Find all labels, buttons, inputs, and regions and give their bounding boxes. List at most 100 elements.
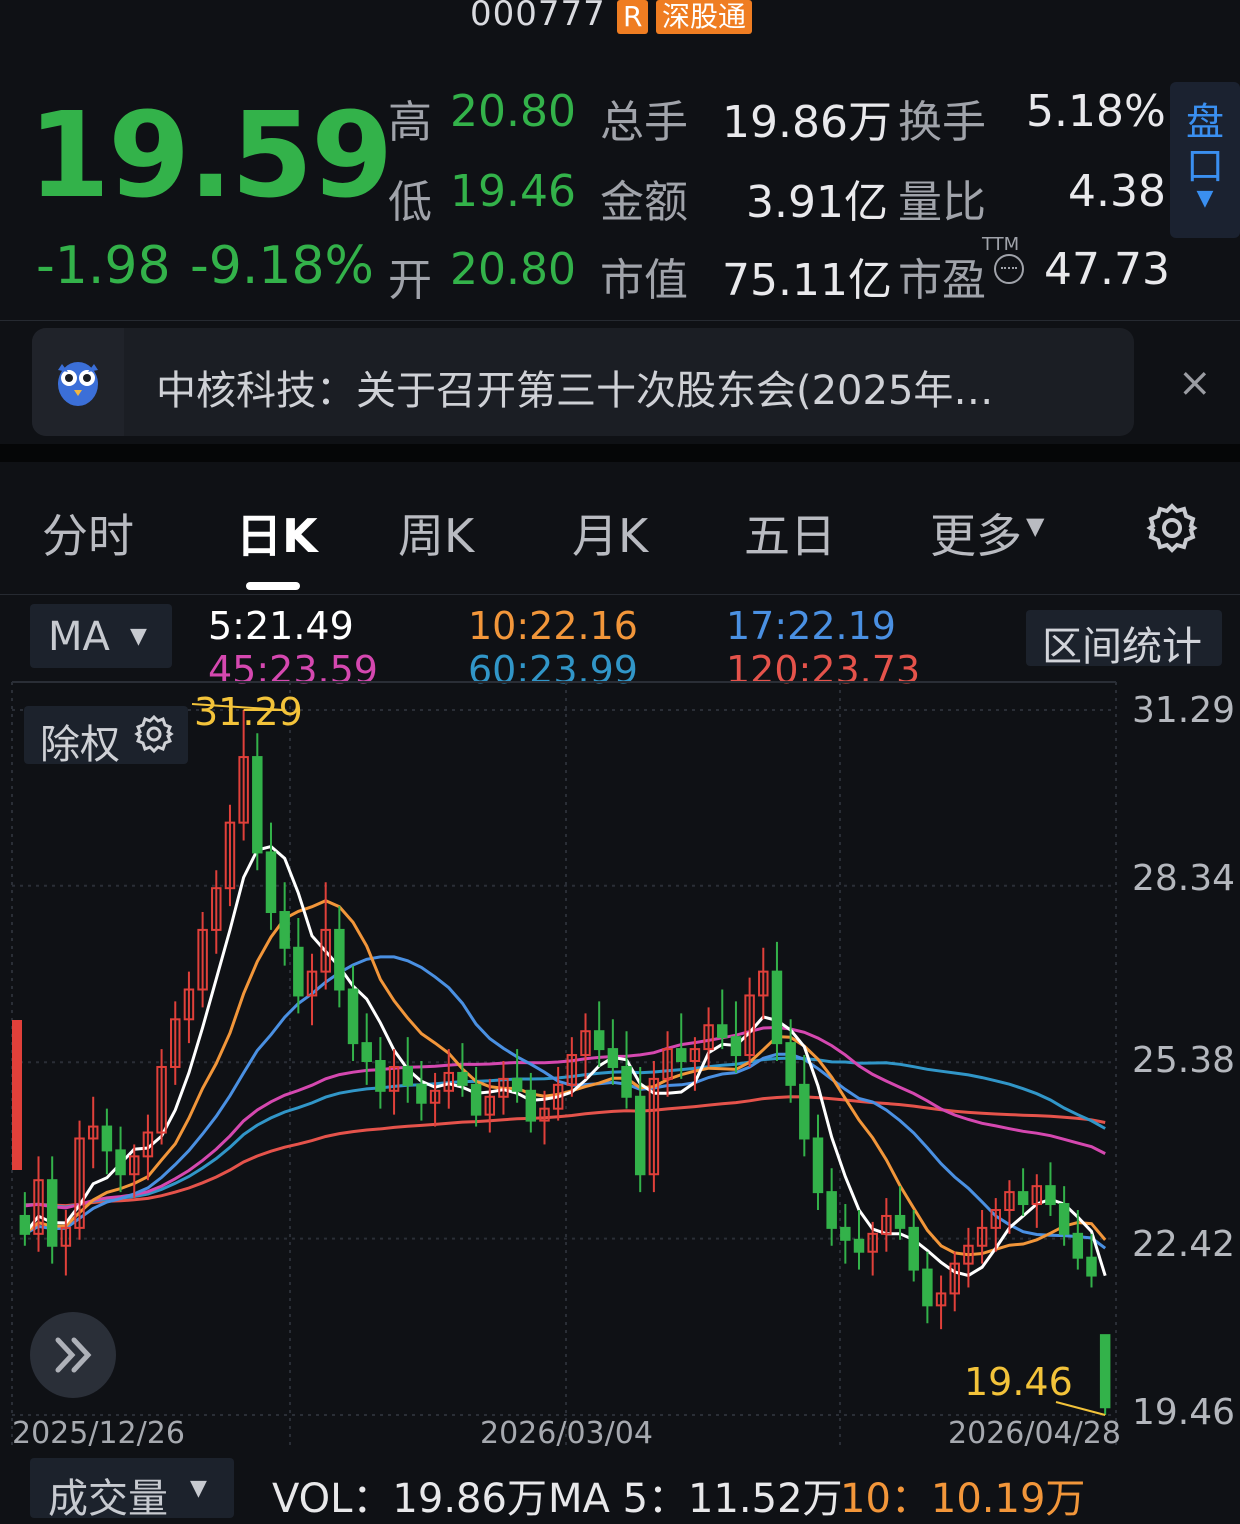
range-marker — [12, 1020, 22, 1170]
candle-body — [115, 1149, 126, 1176]
owl-icon-box — [32, 328, 124, 436]
close-icon[interactable]: × — [1178, 360, 1212, 406]
vol-ma10-value: 10：10.19万 — [840, 1476, 1086, 1522]
open-label: 开 — [388, 255, 432, 306]
r-badge: R — [617, 0, 649, 34]
candle-body — [1086, 1256, 1097, 1277]
tab-weekly-k[interactable]: 周K — [398, 500, 474, 566]
market-cap-label: 市值 — [600, 255, 688, 306]
tab-five-day[interactable]: 五日 — [744, 500, 836, 566]
indicator-caret-icon: ▼ — [190, 1476, 207, 1501]
ma-lines — [23, 844, 1107, 1278]
candle-body — [457, 1071, 468, 1086]
candle-body — [1017, 1191, 1029, 1206]
y-tick-label: 22.42 — [1132, 1224, 1236, 1265]
candle-body — [525, 1089, 537, 1122]
candle-body — [334, 928, 345, 991]
chart-grid — [11, 681, 1117, 1445]
candle-body — [252, 756, 263, 854]
amount-value: 3.91亿 — [746, 177, 888, 228]
candle-body — [347, 988, 359, 1045]
candle-body — [416, 1083, 427, 1104]
candle-body — [675, 1048, 687, 1063]
pankou-label-2: 口 — [1185, 144, 1224, 188]
candle-body — [799, 1083, 810, 1140]
candle-body — [908, 1226, 919, 1271]
candle-body — [840, 1226, 851, 1241]
candle-body — [279, 911, 290, 949]
pe-ttm-tag: TTM — [982, 234, 1020, 255]
candle-body — [101, 1125, 113, 1152]
caret-down-icon: ▼ — [1196, 186, 1214, 211]
candle-body — [46, 1179, 58, 1247]
volume-ratio-label: 量比 — [898, 177, 986, 228]
last-price: 19.59 — [28, 86, 393, 224]
pe-label: 市盈 — [898, 255, 986, 306]
ex-rights-label: 除权 — [40, 722, 120, 768]
candle-body — [826, 1191, 837, 1229]
y-tick-label: 31.29 — [1132, 690, 1236, 731]
ma-line — [24, 955, 1107, 1250]
x-tick-label: 2026/03/04 — [480, 1416, 653, 1451]
volume-value: 19.86万 — [722, 97, 892, 148]
notice-text[interactable]: 中核科技：关于召开第三十次股东会(2025年… — [156, 358, 993, 416]
candle-body — [511, 1077, 523, 1092]
connect-badge: 深股通 — [656, 0, 753, 34]
open-value: 20.80 — [450, 244, 576, 295]
candle-body — [1099, 1334, 1111, 1409]
ma-selector-label: MA — [48, 614, 110, 660]
candle-body — [1058, 1203, 1070, 1235]
candle-body — [293, 946, 304, 997]
market-cap-value: 75.11亿 — [722, 255, 892, 306]
candle-body — [265, 851, 277, 914]
vol-value: VOL：19.86万 — [272, 1476, 547, 1522]
ex-rights-gear-icon[interactable] — [134, 714, 174, 754]
divider — [0, 320, 1240, 321]
high-label: 高 — [388, 97, 432, 148]
indicator-selector-label: 成交量 — [48, 1476, 168, 1522]
high-mark-label: 31.29 — [194, 690, 303, 734]
candle-body — [470, 1083, 482, 1116]
candle-body — [19, 1214, 31, 1235]
price-change: -1.98 — [36, 236, 171, 296]
candle-body — [922, 1268, 933, 1307]
pe-more-icon[interactable] — [994, 254, 1024, 284]
ma10-value: 10:22.16 — [468, 604, 638, 648]
ma5-value: 5:21.49 — [208, 604, 354, 648]
more-caret-icon: ▼ — [1026, 512, 1045, 540]
low-value: 19.46 — [450, 166, 576, 217]
y-tick-label: 25.38 — [1132, 1040, 1236, 1081]
candle-body — [634, 1095, 646, 1176]
owl-icon — [58, 362, 98, 406]
price-change-percent: -9.18% — [190, 236, 374, 296]
range-stats-label: 区间统计 — [1042, 624, 1202, 670]
candle-body — [771, 970, 783, 1045]
candle-body — [402, 1065, 413, 1086]
x-tick-label: 2026/04/28 — [948, 1416, 1121, 1451]
turnover-label: 换手 — [898, 97, 986, 148]
ma-line — [24, 1025, 1106, 1210]
vol-ma5-value: MA 5：11.52万 — [548, 1476, 843, 1522]
double-chevron-right-icon — [55, 1337, 92, 1373]
candle-body — [593, 1030, 605, 1051]
ma-caret-icon: ▼ — [130, 624, 147, 649]
kline-chart[interactable] — [0, 680, 1240, 1450]
pankou-label-1: 盘 — [1185, 100, 1224, 144]
candle-body — [730, 1036, 742, 1057]
candle-body — [361, 1042, 372, 1063]
tab-intraday[interactable]: 分时 — [42, 500, 134, 566]
tab-daily-k[interactable]: 日K — [236, 500, 318, 566]
expand-button[interactable] — [30, 1312, 116, 1398]
candle-body — [375, 1060, 386, 1092]
candle-body — [812, 1137, 824, 1194]
tab-monthly-k[interactable]: 月K — [572, 500, 648, 566]
active-tab-indicator — [246, 582, 300, 590]
volume-label: 总手 — [600, 97, 688, 148]
low-mark-label: 19.46 — [964, 1360, 1073, 1404]
settings-gear-icon[interactable] — [1146, 502, 1198, 554]
tab-more[interactable]: 更多 — [930, 500, 1022, 566]
ma17-value: 17:22.19 — [726, 604, 896, 648]
volume-ratio-value: 4.38 — [1068, 166, 1166, 217]
x-tick-label: 2025/12/26 — [12, 1416, 185, 1451]
pankou-button[interactable]: 盘 口 ▼ — [1170, 82, 1240, 238]
